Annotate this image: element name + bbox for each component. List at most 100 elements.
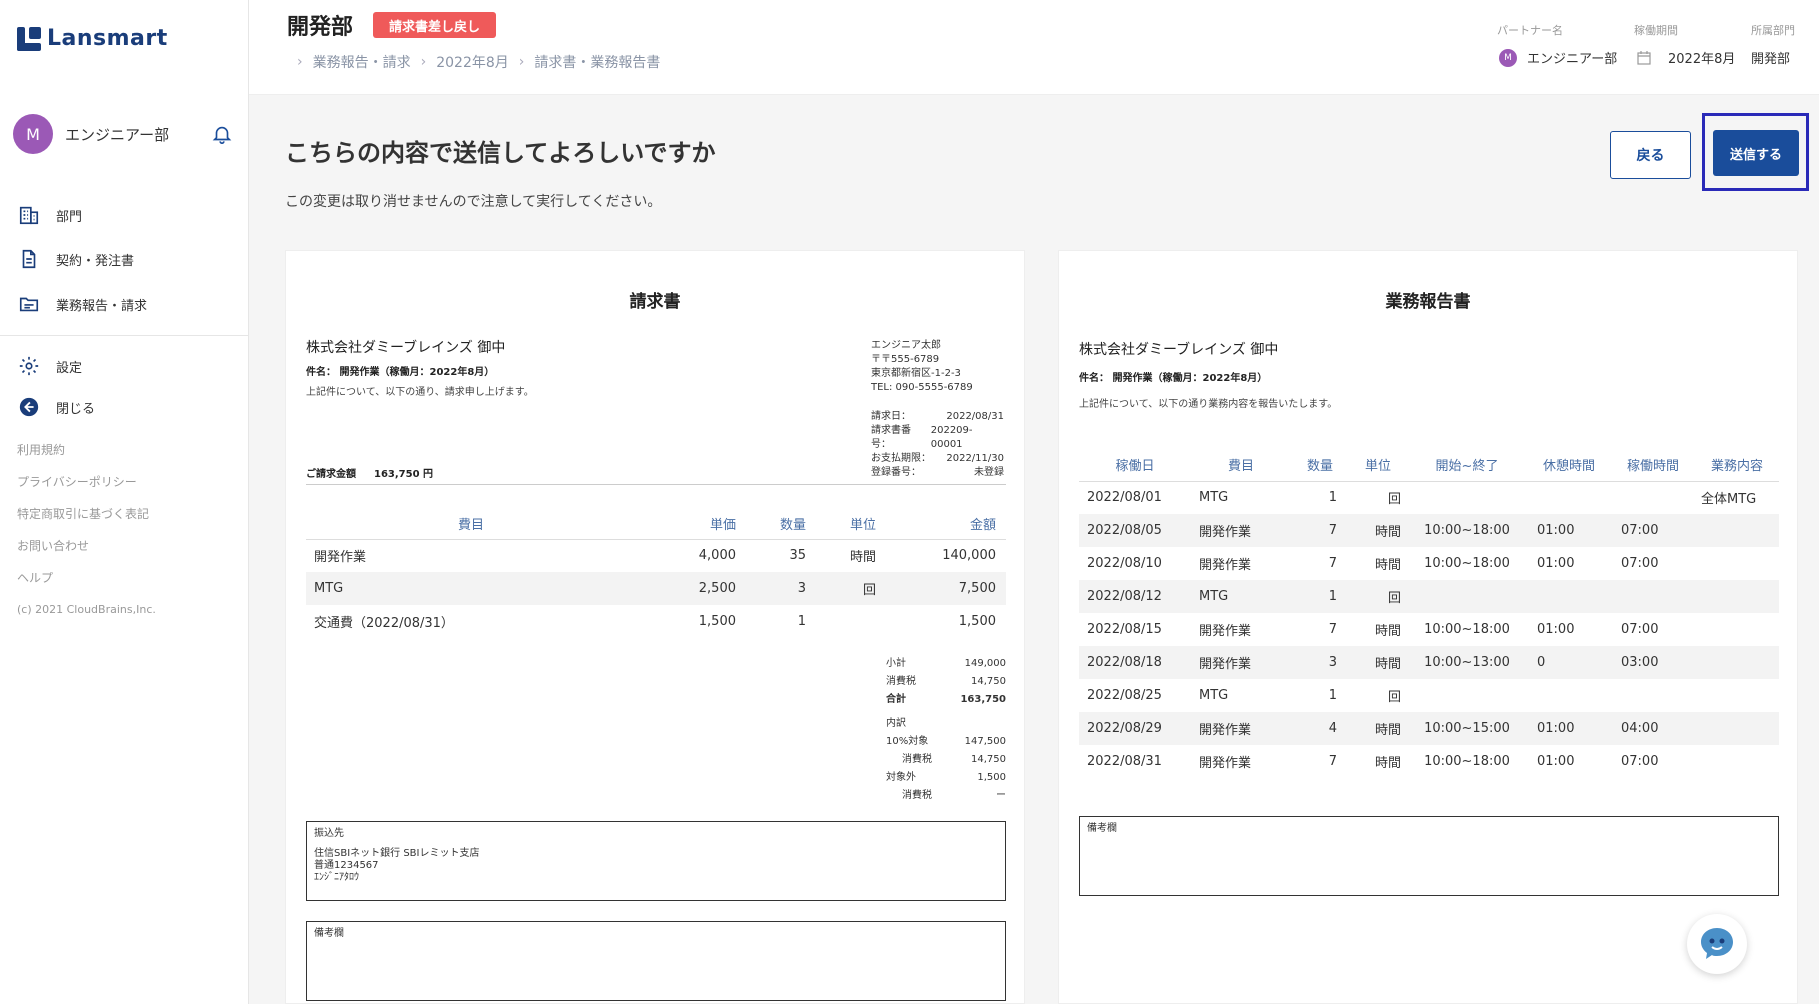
cell <box>1695 547 1779 580</box>
table-row: 2022/08/05 開発作業 7 時間 10:00~18:00 01:00 07:00 <box>1079 514 1779 547</box>
totals-row: 合計 163,750 <box>886 691 1006 709</box>
totals-row: 10%対象 147,500 <box>886 733 1006 751</box>
period-text: 2022年8月 <box>1668 52 1736 67</box>
nav-item-label: 設定 <box>56 360 83 376</box>
bank-label: 振込先 <box>314 828 344 839</box>
table-row: 開発作業 4,000 35 時間 140,000 <box>306 539 1006 572</box>
send-button[interactable]: 送信する <box>1713 130 1799 176</box>
cell: 全体MTG <box>1701 492 1757 508</box>
totals-value: 147,500 <box>964 736 1006 747</box>
cell: 1,500 <box>958 614 996 629</box>
footer-link-privacy[interactable]: プライバシーポリシー <box>17 473 137 490</box>
breadcrumb: › 業務報告・請求 › 2022年8月 › 請求書・業務報告書 <box>287 52 660 72</box>
totals-value: 14,750 <box>971 754 1006 765</box>
nav-item-close[interactable]: 閉じる <box>18 393 238 421</box>
column-header: 稼働日 <box>1079 449 1191 482</box>
breadcrumb-item[interactable]: 2022年8月 <box>436 52 509 72</box>
totals-label: 消費税 <box>902 790 932 801</box>
copyright: (c) 2021 CloudBrains,Inc. <box>17 603 156 616</box>
column-header: 金額 <box>886 509 1006 540</box>
chevron-right-icon: › <box>297 54 303 70</box>
cell: 開発作業 <box>314 550 367 566</box>
invoice-sender: エンジニア太郎 〒〒555-6789 東京都新宿区-1-2-3 TEL: 090… <box>871 339 973 395</box>
report-card: 業務報告書 株式会社ダミーブレインズ 御中 件名： 開発作業（稼働月：2022年… <box>1058 250 1798 1004</box>
cell: 3 <box>1291 646 1349 679</box>
table-row: 2022/08/12 MTG 1 回 <box>1079 580 1779 613</box>
totals-value: 14,750 <box>971 676 1006 687</box>
nav-item-settings[interactable]: 設定 <box>18 352 238 380</box>
document-icon <box>22 249 36 269</box>
cell: 時間 <box>849 550 876 566</box>
table-header-row: 稼働日 費目 数量 単位 開始~終了 休憩時間 稼働時間 業務内容 <box>1079 449 1779 482</box>
cell: 開発作業 <box>1191 712 1291 745</box>
meta-key: 請求日： <box>871 411 911 422</box>
cell <box>1611 679 1695 712</box>
meta-key: 請求書番号： <box>871 425 911 450</box>
bank-line: 住信SBIネット銀行 SBIレミット支店 <box>314 848 480 859</box>
totals-row: 内訳 <box>886 715 1006 733</box>
cell: 1 <box>1291 580 1349 613</box>
confirm-subtitle: この変更は取り消せませんので注意して実行してください。 <box>285 194 662 210</box>
footer-link-help[interactable]: ヘルプ <box>17 569 53 586</box>
cell: MTG <box>1199 490 1229 506</box>
totals-row: 対象外 1,500 <box>886 769 1006 787</box>
user-profile[interactable]: M エンジニアー部 <box>13 114 233 154</box>
back-button[interactable]: 戻る <box>1610 131 1691 179</box>
confirm-title: こちらの内容で送信してよろしいですか <box>285 139 716 167</box>
breadcrumb-item[interactable]: 業務報告・請求 <box>313 52 411 72</box>
period-label: 稼働期間 <box>1634 24 1678 37</box>
cell: 時間 <box>1349 646 1407 679</box>
invoice-title: 請求書 <box>629 292 681 312</box>
logo[interactable]: Lansmart <box>17 26 168 51</box>
logo-text: Lansmart <box>47 26 168 51</box>
cell: 35 <box>789 548 806 564</box>
column-header: 単位 <box>1349 449 1407 482</box>
send-button-focus-ring: 送信する <box>1702 113 1809 191</box>
amount-value: 163,750 円 <box>374 469 434 480</box>
footer-link-contact[interactable]: お問い合わせ <box>17 537 89 554</box>
cell: 1 <box>797 614 806 629</box>
table-row: 交通費（2022/08/31） 1,500 1 1,500 <box>306 605 1006 638</box>
partner-label: パートナー名 <box>1497 24 1563 37</box>
totals-label: 消費税 <box>902 754 932 765</box>
cell: MTG <box>1191 580 1291 613</box>
nav-item-department[interactable]: 部門 <box>18 201 238 229</box>
cell: 4 <box>1291 712 1349 745</box>
partner-value: M エンジニアー部 <box>1499 48 1617 67</box>
cell: 3 <box>746 572 816 605</box>
cell: 01:00 <box>1537 622 1575 637</box>
cell: 1 <box>1328 490 1337 506</box>
cell <box>1695 613 1779 646</box>
meta-row: 請求日： 2022/08/31 <box>871 410 1004 424</box>
footer-link-terms[interactable]: 利用規約 <box>17 441 65 458</box>
table-header-row: 費目 単価 数量 単位 金額 <box>306 509 1006 540</box>
cell: 4,000 <box>698 548 736 564</box>
user-name: エンジニアー部 <box>65 125 170 144</box>
bank-line: ｴﾝｼﾞﾆｱﾀﾛｳ <box>314 872 359 883</box>
totals-value: 163,750 <box>960 694 1006 705</box>
table-row: 2022/08/29 開発作業 4 時間 10:00~15:00 01:00 04:00 <box>1079 712 1779 745</box>
cell: 1 <box>1328 688 1337 703</box>
table-row: 2022/08/25 MTG 1 回 <box>1079 679 1779 712</box>
report-description: 上記件について、以下の通り業務内容を報告いたします。 <box>1079 399 1338 410</box>
cell: 01:00 <box>1527 712 1611 745</box>
cell: 07:00 <box>1621 754 1659 769</box>
bell-icon[interactable] <box>211 123 233 145</box>
nav-item-reports[interactable]: 業務報告・請求 <box>18 290 238 318</box>
totals-row: 小計 149,000 <box>886 655 1006 673</box>
chat-support-button[interactable] <box>1687 914 1747 974</box>
meta-row: 請求書番号： 202209-00001 <box>871 424 1004 452</box>
cell <box>1407 679 1527 712</box>
nav-item-contracts[interactable]: 契約・発注書 <box>18 245 238 273</box>
meta-row: お支払期限： 2022/11/30 <box>871 452 1004 466</box>
footer-link-commerce[interactable]: 特定商取引に基づく表記 <box>17 505 149 522</box>
cell: 開発作業 <box>1191 646 1291 679</box>
totals-row: 消費税 ー <box>886 787 1006 805</box>
cell <box>1695 580 1779 613</box>
cell: 回 <box>1387 690 1401 705</box>
cell <box>1611 481 1695 514</box>
cell: 時間 <box>1374 756 1401 771</box>
sidebar: Lansmart M エンジニアー部 部門 契約・発注書 業務報告・請求 設定 … <box>0 0 249 1004</box>
cell: 2022/08/10 <box>1087 556 1162 571</box>
cell: 10:00~13:00 <box>1407 646 1527 679</box>
